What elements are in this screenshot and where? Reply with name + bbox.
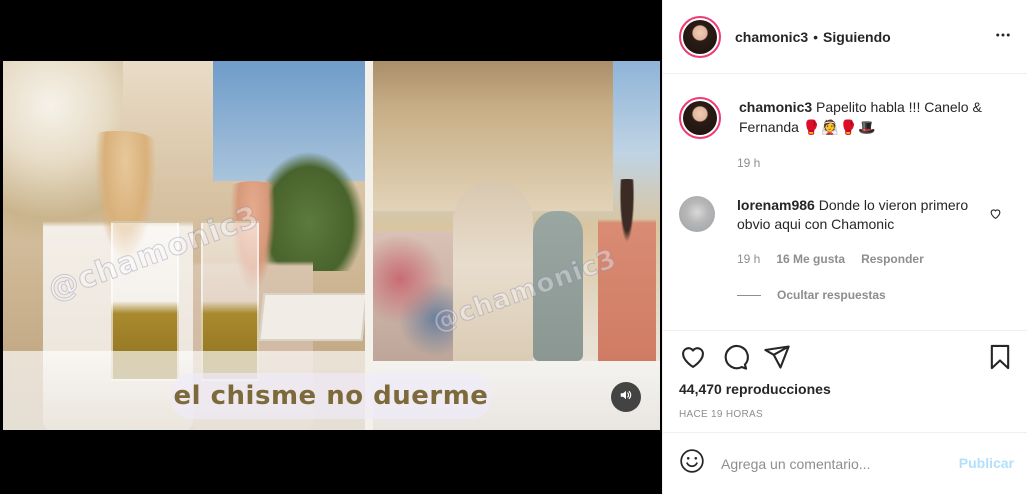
- share-icon[interactable]: [763, 343, 791, 376]
- post-media: @chamonic3 @chamonic3 el chisme no duerm…: [0, 0, 662, 494]
- caption-emojis: 🥊👰🥊🎩: [802, 119, 877, 135]
- emoji-icon[interactable]: [679, 448, 705, 479]
- caption-comment: chamonic3 Papelito habla !!! Canelo & Fe…: [679, 97, 1009, 139]
- more-horizontal-icon[interactable]: [994, 26, 1012, 49]
- reply-text: lorenam986 Donde lo vieron primero obvio…: [737, 196, 987, 234]
- add-comment-bar: Publicar: [663, 432, 1027, 494]
- video-player[interactable]: @chamonic3 @chamonic3 el chisme no duerm…: [3, 61, 660, 430]
- post-actions: 44,470 reproducciones HACE 19 HORAS: [663, 330, 1027, 430]
- divider: [737, 294, 761, 296]
- reply-username[interactable]: lorenam986: [737, 197, 815, 213]
- post-comment-button[interactable]: Publicar: [959, 455, 1014, 471]
- post-timestamp[interactable]: HACE 19 HORAS: [679, 409, 763, 420]
- heart-icon[interactable]: [989, 207, 1002, 225]
- post-header: chamonic3 • Siguiendo: [663, 0, 1027, 74]
- bookmark-icon[interactable]: [986, 343, 1014, 376]
- hide-replies-label: Ocultar respuestas: [777, 288, 886, 302]
- avatar[interactable]: [679, 196, 715, 232]
- heart-icon[interactable]: [679, 343, 707, 376]
- reply-button[interactable]: Responder: [861, 252, 924, 266]
- avatar[interactable]: [679, 15, 721, 58]
- reply-likes[interactable]: 16 Me gusta: [776, 252, 845, 266]
- header-username[interactable]: chamonic3: [735, 29, 808, 45]
- caption-username[interactable]: chamonic3: [739, 99, 812, 115]
- comments-section: chamonic3 Papelito habla !!! Canelo & Fe…: [663, 75, 1027, 330]
- caption-timestamp[interactable]: 19 h: [737, 156, 760, 170]
- mute-toggle-button[interactable]: [611, 382, 641, 412]
- reply-timestamp[interactable]: 19 h: [737, 252, 760, 266]
- speaker-icon: [619, 388, 633, 407]
- list-item: lorenam986 Donde lo vieron primero obvio…: [679, 196, 987, 234]
- hide-replies-button[interactable]: Ocultar respuestas: [737, 288, 886, 302]
- avatar[interactable]: [679, 97, 721, 139]
- video-caption-overlay: el chisme no duerme: [171, 373, 491, 419]
- comment-icon[interactable]: [721, 343, 749, 376]
- following-button[interactable]: Siguiendo: [823, 29, 891, 45]
- comment-input[interactable]: [721, 455, 951, 472]
- reply-meta: 19 h 16 Me gusta Responder: [737, 252, 924, 266]
- post-sidebar: chamonic3 • Siguiendo chamonic3 Papelito…: [662, 0, 1027, 494]
- view-count[interactable]: 44,470 reproducciones: [679, 381, 831, 397]
- caption-text: chamonic3 Papelito habla !!! Canelo & Fe…: [739, 97, 1009, 139]
- separator-dot: •: [813, 28, 819, 45]
